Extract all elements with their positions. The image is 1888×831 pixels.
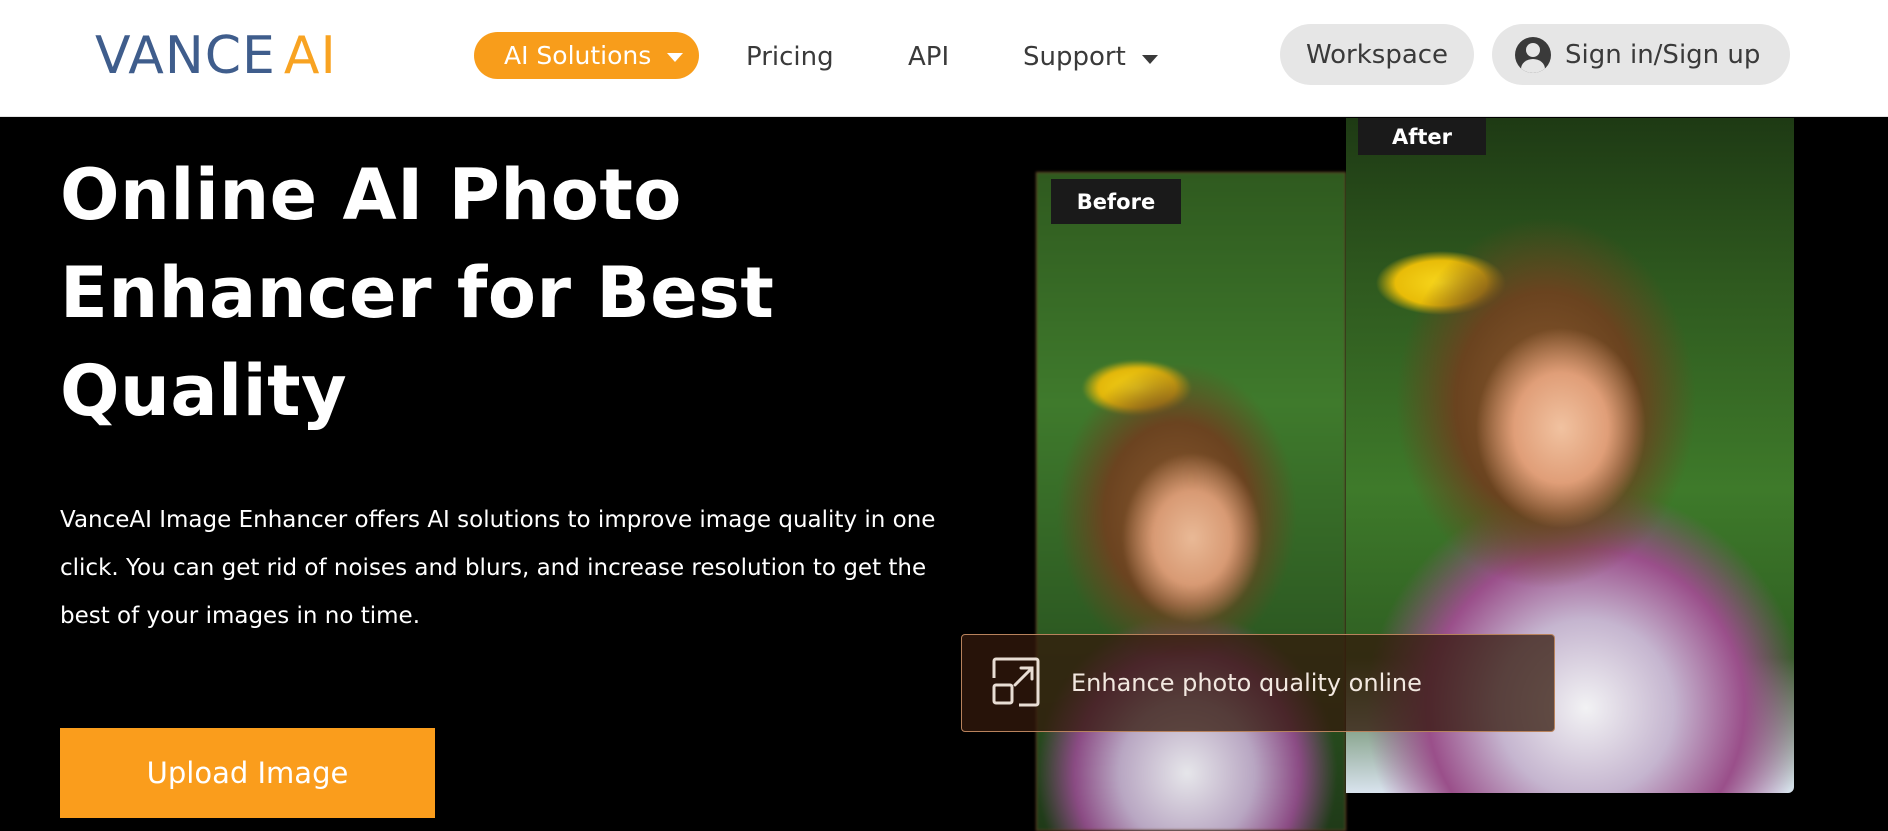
image-corner-mask: [1484, 793, 1794, 831]
nav-pricing[interactable]: Pricing: [746, 42, 834, 72]
nav-ai-solutions[interactable]: AI Solutions: [474, 32, 700, 79]
main-nav: AI Solutions Pricing API Support: [474, 32, 1158, 79]
workspace-button[interactable]: Workspace: [1280, 24, 1474, 85]
hero-section: Online AI Photo Enhancer for Best Qualit…: [0, 118, 1888, 831]
vanceai-logo[interactable]: VANCE AI: [95, 26, 337, 86]
enhance-photo-label: Enhance photo quality online: [1071, 669, 1422, 697]
before-label: Before: [1051, 179, 1181, 224]
chevron-down-icon: [1141, 54, 1158, 64]
logo-text-vance: VANCE: [95, 26, 276, 86]
nav-ai-solutions-label: AI Solutions: [504, 41, 652, 70]
site-header: VANCE AI AI Solutions Pricing API Suppor…: [0, 0, 1888, 117]
signin-label: Sign in/Sign up: [1565, 39, 1761, 70]
nav-support[interactable]: Support: [1023, 42, 1158, 72]
logo-text-ai: AI: [283, 26, 337, 86]
hero-description: VanceAI Image Enhancer offers AI solutio…: [60, 507, 936, 629]
nav-api[interactable]: API: [908, 42, 949, 72]
user-icon: [1515, 36, 1551, 73]
chevron-down-icon: [667, 52, 684, 62]
upload-image-button[interactable]: Upload Image: [60, 728, 435, 818]
enhance-photo-link[interactable]: Enhance photo quality online: [961, 634, 1555, 732]
signin-button[interactable]: Sign in/Sign up: [1492, 24, 1790, 85]
before-image: [1036, 172, 1346, 831]
expand-arrow-icon: [991, 656, 1045, 710]
hero-title: Online AI Photo Enhancer for Best Qualit…: [60, 154, 775, 432]
nav-support-label: Support: [1023, 42, 1126, 72]
after-label: After: [1358, 118, 1486, 155]
